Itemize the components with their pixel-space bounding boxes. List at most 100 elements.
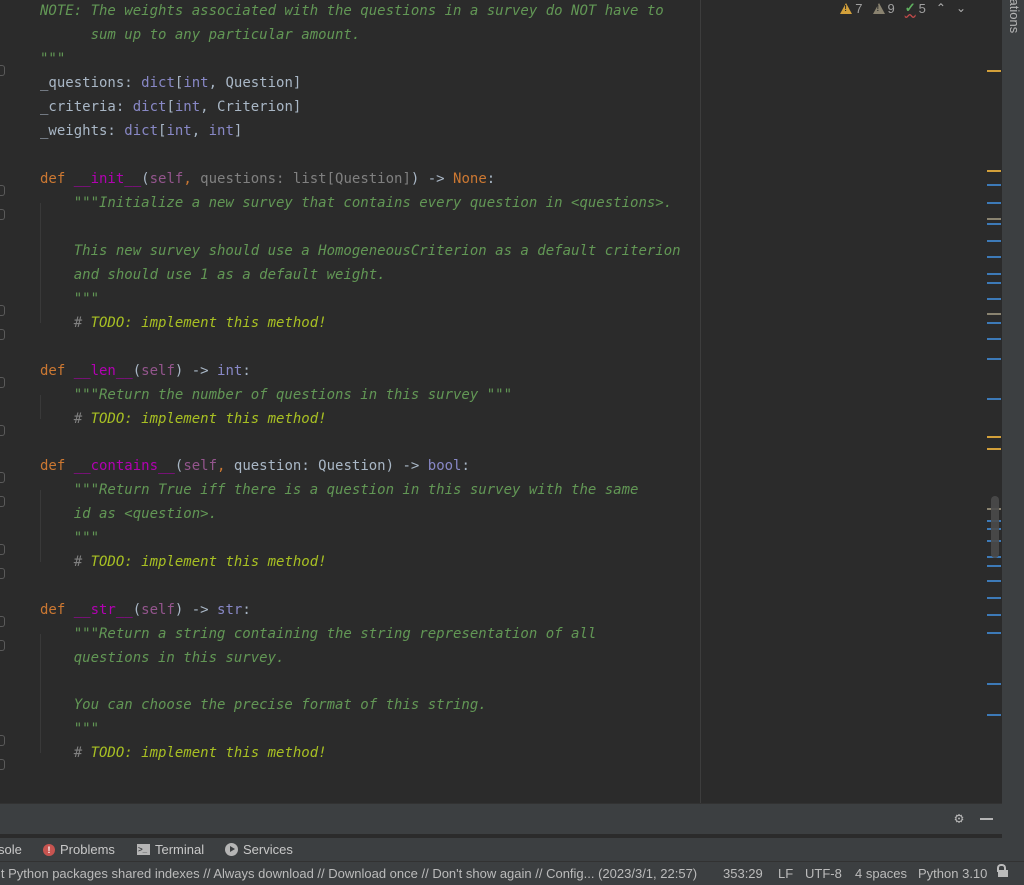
change-marker[interactable] (987, 202, 1001, 204)
fold-icon[interactable] (0, 616, 5, 627)
right-margin-guide (700, 0, 701, 803)
bottom-tool-tabs: sole ! Problems >_ Terminal Services (0, 838, 1024, 861)
weak-warning-icon (872, 2, 885, 14)
warning-marker[interactable] (987, 436, 1001, 438)
code-token: """ (40, 530, 100, 546)
python-interpreter[interactable]: Python 3.10 (918, 866, 987, 881)
weak-warnings-count[interactable]: 9 (872, 1, 895, 16)
code-text: """Return the number of questions in thi… (40, 383, 512, 407)
code-token: None (453, 171, 487, 187)
code-token: dict (132, 99, 167, 115)
lock-icon[interactable] (997, 864, 1008, 877)
notifications-tab[interactable]: cations (1007, 0, 1022, 33)
fold-icon[interactable] (0, 425, 5, 436)
warning-marker[interactable] (987, 70, 1001, 72)
code-token: , Question] (208, 75, 302, 91)
services-icon (225, 843, 238, 856)
scrollbar-thumb[interactable] (991, 496, 999, 558)
change-marker[interactable] (987, 298, 1001, 300)
code-token: self (141, 602, 175, 618)
change-marker[interactable] (987, 338, 1001, 340)
code-token: TODO: implement this method! (90, 745, 327, 761)
indent-guide (40, 203, 41, 323)
fold-icon[interactable] (0, 640, 5, 651)
weak-warning-marker[interactable] (987, 313, 1001, 315)
tab-console[interactable]: sole (0, 838, 22, 861)
code-token: """ (40, 51, 66, 67)
code-text: """ (40, 47, 65, 71)
previous-highlight-icon[interactable]: ⌃ (936, 1, 946, 15)
code-editor[interactable]: NOTE: The weights associated with the qu… (0, 0, 1002, 803)
fold-icon[interactable] (0, 472, 5, 483)
change-marker[interactable] (987, 565, 1001, 567)
change-marker[interactable] (987, 256, 1001, 258)
tab-terminal[interactable]: >_ Terminal (137, 838, 204, 861)
code-text: """ (40, 717, 99, 741)
tab-services[interactable]: Services (225, 838, 293, 861)
fold-icon[interactable] (0, 329, 5, 340)
gear-icon[interactable]: ⚙ (951, 810, 967, 826)
code-token: """ (40, 291, 100, 307)
tab-problems[interactable]: ! Problems (43, 838, 115, 861)
code-token: , (191, 123, 209, 139)
code-text: """ (40, 287, 99, 311)
fold-icon[interactable] (0, 735, 5, 746)
next-highlight-icon[interactable]: ⌄ (956, 1, 966, 15)
terminal-icon: >_ (137, 844, 150, 855)
change-marker[interactable] (987, 223, 1001, 225)
code-token: , Criterion] (200, 99, 302, 115)
change-marker[interactable] (987, 714, 1001, 716)
code-text: def __str__(self) -> str: (40, 598, 251, 622)
fold-icon[interactable] (0, 544, 5, 555)
change-marker[interactable] (987, 273, 1001, 275)
code-token: sum up to any particular amount. (40, 27, 361, 43)
change-marker[interactable] (987, 597, 1001, 599)
code-token: questions: list[Question] (200, 171, 411, 187)
change-marker[interactable] (987, 358, 1001, 360)
change-marker[interactable] (987, 322, 1001, 324)
warning-marker[interactable] (987, 448, 1001, 450)
code-text: """Return True iff there is a question i… (40, 478, 639, 502)
fold-icon[interactable] (0, 65, 5, 76)
fold-icon[interactable] (0, 377, 5, 388)
code-text: # TODO: implement this method! (40, 550, 327, 574)
code-token: __str__ (73, 602, 133, 618)
file-encoding[interactable]: UTF-8 (805, 866, 842, 881)
warnings-count[interactable]: 7 (840, 1, 863, 16)
code-text: This new survey should use a Homogeneous… (40, 239, 681, 263)
change-marker[interactable] (987, 240, 1001, 242)
change-marker[interactable] (987, 683, 1001, 685)
fold-icon[interactable] (0, 305, 5, 316)
fold-icon[interactable] (0, 209, 5, 220)
warning-marker[interactable] (987, 170, 1001, 172)
line-ending[interactable]: LF (778, 866, 793, 881)
status-message[interactable]: lt Python packages shared indexes // Alw… (0, 866, 697, 881)
typos-count[interactable]: ✓ 5 (905, 0, 926, 16)
indent-setting[interactable]: 4 spaces (855, 866, 907, 881)
inspection-widget[interactable]: 7 9 ✓ 5 ⌃ ⌄ (840, 0, 966, 16)
fold-icon[interactable] (0, 185, 5, 196)
change-marker[interactable] (987, 398, 1001, 400)
code-token: """Initialize a new survey that contains… (40, 195, 673, 211)
fold-icon[interactable] (0, 496, 5, 507)
minimize-icon[interactable] (980, 818, 993, 820)
code-token: # (40, 554, 91, 570)
code-token: def (40, 458, 74, 474)
code-token: id as <question>. (40, 506, 218, 522)
code-token: int (166, 123, 192, 139)
change-marker[interactable] (987, 184, 1001, 186)
change-marker[interactable] (987, 632, 1001, 634)
code-token: # (40, 745, 91, 761)
change-marker[interactable] (987, 614, 1001, 616)
code-token: __init__ (73, 171, 142, 187)
change-marker[interactable] (987, 282, 1001, 284)
tool-window-header: ⚙ (0, 803, 1002, 835)
fold-icon[interactable] (0, 568, 5, 579)
change-marker[interactable] (987, 580, 1001, 582)
fold-icon[interactable] (0, 759, 5, 770)
weak-warning-marker[interactable] (987, 218, 1001, 220)
code-token: """Return the number of questions in thi… (40, 387, 513, 403)
code-text: and should use 1 as a default weight. (40, 263, 386, 287)
caret-position[interactable]: 353:29 (723, 866, 763, 881)
code-token: bool (427, 458, 462, 474)
